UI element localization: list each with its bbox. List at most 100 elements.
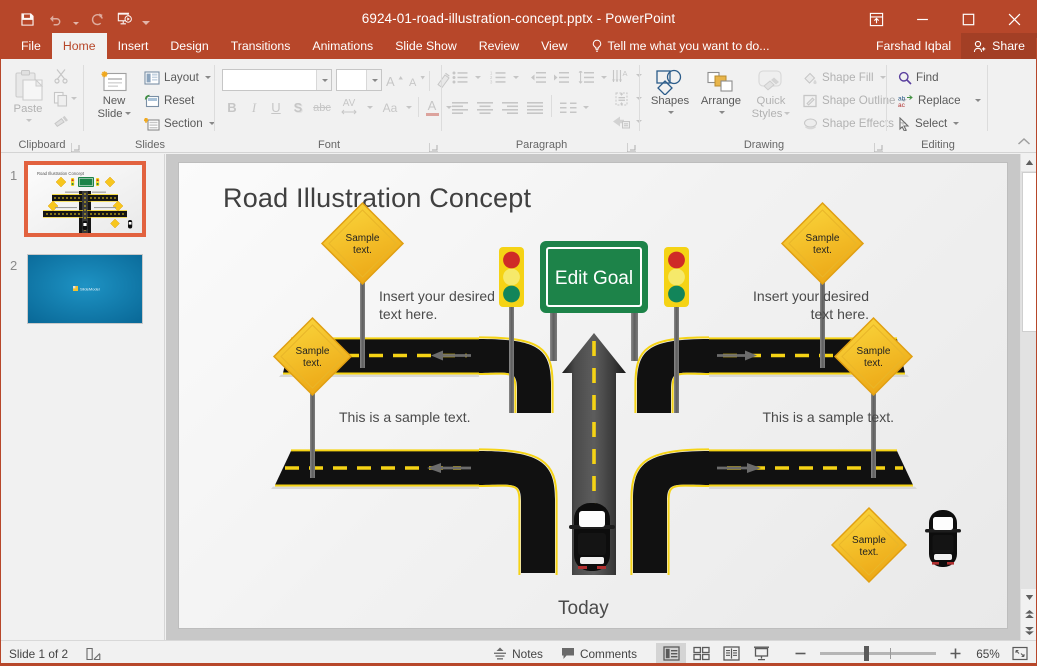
change-case-button[interactable]: Aa (378, 97, 402, 118)
numbering-dropdown-icon[interactable] (509, 67, 521, 88)
find-button[interactable]: Find (894, 67, 943, 88)
previous-slide-icon[interactable] (1021, 606, 1037, 623)
undo-icon[interactable] (42, 7, 68, 31)
select-label: Select (915, 117, 947, 130)
zoom-slider-thumb[interactable] (864, 646, 869, 661)
character-spacing-dropdown-icon[interactable] (363, 97, 375, 118)
cut-button[interactable] (50, 65, 72, 86)
font-name-combo[interactable] (222, 69, 332, 91)
zoom-slider[interactable] (820, 652, 936, 655)
convert-to-smartart-button[interactable] (610, 111, 632, 132)
scroll-up-icon[interactable] (1021, 154, 1037, 171)
start-presentation-icon[interactable] (112, 7, 138, 31)
font-size-dropdown-icon[interactable] (366, 70, 381, 90)
share-button[interactable]: Share (961, 33, 1037, 59)
increase-font-size-button[interactable]: A (384, 69, 405, 91)
clipboard-dialog-launcher[interactable] (71, 141, 80, 150)
slide-text-right-mid[interactable]: This is a sample text. (664, 408, 894, 426)
change-case-dropdown-icon[interactable] (402, 97, 414, 118)
shapes-button[interactable]: Shapes (647, 65, 693, 135)
tab-slide-show[interactable]: Slide Show (384, 33, 468, 59)
tab-review[interactable]: Review (468, 33, 530, 59)
road-illustration-graphic[interactable]: Edit Goal (179, 163, 1008, 629)
quick-styles-button[interactable]: Quick Styles (747, 65, 795, 135)
collapse-ribbon-button[interactable] (1017, 136, 1031, 150)
drawing-dialog-launcher[interactable] (874, 141, 883, 150)
text-shadow-button[interactable]: S (288, 97, 308, 118)
slide-show-view-button[interactable] (746, 643, 776, 665)
tab-design[interactable]: Design (159, 33, 219, 59)
slide-thumbnail-1[interactable]: Road Illustration Concept (27, 164, 143, 234)
tell-me-search[interactable]: Tell me what you want to do... (579, 33, 778, 59)
save-icon[interactable] (14, 7, 40, 31)
underline-button[interactable]: U (266, 97, 286, 118)
character-spacing-button[interactable]: AV (336, 95, 362, 119)
normal-view-button[interactable] (656, 643, 686, 665)
next-slide-icon[interactable] (1021, 623, 1037, 640)
slide-thumbnail-pane[interactable]: 1 Road Illustration Concept (0, 154, 165, 640)
redo-icon[interactable] (84, 7, 110, 31)
font-size-combo[interactable] (336, 69, 382, 91)
layout-button[interactable]: Layout (140, 67, 215, 88)
account-name[interactable]: Farshad Iqbal (866, 33, 961, 59)
increase-indent-button[interactable] (550, 67, 572, 88)
arrange-button[interactable]: Arrange (697, 65, 745, 135)
reset-label: Reset (164, 94, 194, 107)
align-left-button[interactable] (449, 97, 471, 118)
shape-fill-button[interactable]: Shape Fill (799, 67, 890, 88)
slide-editing-surface[interactable]: Road Illustration Concept (178, 162, 1008, 629)
align-text-button[interactable] (610, 88, 632, 109)
bold-button[interactable]: B (222, 97, 242, 118)
font-color-button[interactable]: A (422, 95, 442, 119)
section-button[interactable]: Section (140, 113, 219, 134)
scroll-down-icon[interactable] (1021, 589, 1037, 606)
bullets-button[interactable] (449, 67, 471, 88)
scrollbar-thumb[interactable] (1022, 172, 1037, 332)
slide-text-left-top[interactable]: Insert your desired text here. (379, 287, 539, 323)
columns-button[interactable] (557, 97, 579, 118)
strikethrough-button[interactable]: abc (310, 97, 334, 118)
reset-button[interactable]: Reset (140, 90, 198, 111)
font-dialog-launcher[interactable] (429, 141, 438, 150)
columns-dropdown-icon[interactable] (579, 97, 591, 118)
align-center-button[interactable] (474, 97, 496, 118)
paragraph-dialog-launcher[interactable] (627, 141, 636, 150)
window-left-border (0, 38, 1, 666)
justify-button[interactable] (524, 97, 546, 118)
reading-view-button[interactable] (716, 643, 746, 665)
customize-qat-icon[interactable] (140, 7, 152, 31)
slide-sorter-view-button[interactable] (686, 643, 716, 665)
share-label: Share (992, 39, 1025, 53)
slide-thumbnail-2[interactable]: SlideModel (27, 254, 143, 324)
tab-transitions[interactable]: Transitions (220, 33, 302, 59)
align-right-button[interactable] (499, 97, 521, 118)
tab-animations[interactable]: Animations (301, 33, 384, 59)
format-painter-button[interactable] (50, 111, 72, 132)
bullets-dropdown-icon[interactable] (471, 67, 483, 88)
numbering-button[interactable]: 1 2 3 (487, 67, 509, 88)
decrease-indent-button[interactable] (527, 67, 549, 88)
slide-text-right-top[interactable]: Insert your desired text here. (699, 287, 869, 323)
paste-button[interactable]: Paste (6, 65, 50, 133)
tab-file[interactable]: File (10, 33, 52, 59)
copy-dropdown-icon[interactable] (67, 88, 79, 109)
tab-view[interactable]: View (530, 33, 578, 59)
italic-button[interactable]: I (244, 97, 264, 118)
sign-left-upper-line1: Sample (346, 233, 380, 244)
tab-home[interactable]: Home (52, 33, 107, 59)
new-slide-button[interactable]: New Slide (91, 65, 137, 135)
svg-text:A: A (409, 77, 417, 88)
select-button[interactable]: Select (894, 113, 963, 134)
undo-dropdown-icon[interactable] (70, 7, 82, 31)
vertical-scrollbar[interactable] (1020, 154, 1037, 640)
decrease-font-size-button[interactable]: A (406, 69, 427, 91)
replace-button[interactable]: ab ac Replace (894, 90, 985, 111)
slide-text-today[interactable]: Today (558, 598, 609, 620)
text-direction-button[interactable]: A (610, 65, 632, 86)
font-name-dropdown-icon[interactable] (316, 70, 331, 90)
line-spacing-dropdown-icon[interactable] (597, 67, 609, 88)
tab-insert[interactable]: Insert (107, 33, 160, 59)
line-spacing-button[interactable] (575, 67, 597, 88)
svg-text:A: A (386, 74, 395, 88)
slide-text-left-mid[interactable]: This is a sample text. (339, 408, 549, 426)
